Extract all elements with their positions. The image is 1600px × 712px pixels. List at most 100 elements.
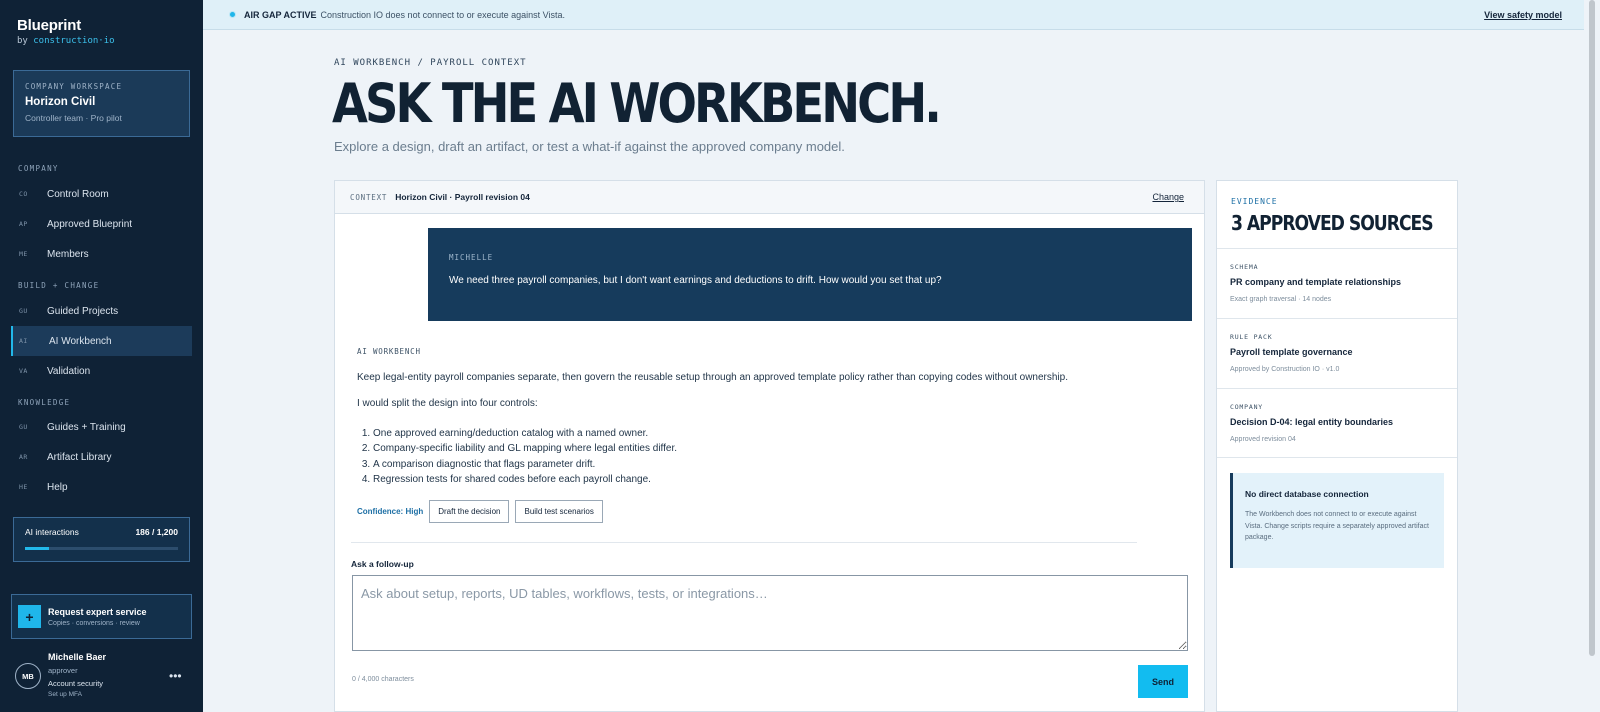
list-item: A comparison diagnostic that flags param… bbox=[373, 457, 677, 472]
sidebar-item-artifact-library[interactable]: AR Artifact Library bbox=[11, 442, 192, 472]
evidence-item[interactable]: COMPANY Decision D-04: legal entity boun… bbox=[1217, 388, 1457, 458]
evidence-meta: Exact graph traversal · 14 nodes bbox=[1230, 296, 1332, 303]
sidebar-item-ai-workbench[interactable]: AI AI Workbench bbox=[11, 326, 192, 356]
workspace-switcher[interactable]: COMPANY WORKSPACE Horizon Civil Controll… bbox=[13, 70, 190, 137]
sidebar-item-guided-projects[interactable]: GU Guided Projects bbox=[11, 296, 192, 326]
character-count: 0 / 4,000 characters bbox=[352, 676, 414, 683]
user-name: Michelle Baer bbox=[48, 652, 107, 662]
list-item: One approved earning/deduction catalog w… bbox=[373, 426, 677, 441]
user-role: approver bbox=[48, 666, 78, 675]
sidebar-item-abbr: AP bbox=[19, 220, 28, 228]
evidence-item[interactable]: RULE PACK Payroll template governance Ap… bbox=[1217, 318, 1457, 388]
breadcrumb: AI WORKBENCH / PAYROLL CONTEXT bbox=[334, 58, 527, 68]
scrollbar-thumb[interactable] bbox=[1589, 0, 1595, 656]
sidebar-item-label: Guided Projects bbox=[47, 305, 119, 317]
page-subtitle: Explore a design, draft an artifact, or … bbox=[334, 139, 845, 154]
usage-label: AI interactions bbox=[25, 527, 79, 537]
usage-progress-bar bbox=[25, 547, 178, 550]
air-gap-banner: AIR GAP ACTIVE Construction IO does not … bbox=[203, 0, 1584, 30]
change-context-link[interactable]: Change bbox=[1152, 192, 1184, 202]
ai-response-paragraph: I would split the design into four contr… bbox=[357, 398, 538, 409]
list-item: Company-specific liability and GL mappin… bbox=[373, 441, 677, 456]
expert-sub: Copies · conversions · review bbox=[48, 619, 140, 627]
context-bar: CONTEXT Horizon Civil · Payroll revision… bbox=[335, 181, 1204, 214]
brand-logo[interactable]: Blueprint by construction·io bbox=[17, 17, 115, 46]
evidence-label: EVIDENCE bbox=[1231, 197, 1278, 206]
usage-progress-fill bbox=[25, 547, 49, 550]
sidebar-item-abbr: GU bbox=[19, 423, 28, 431]
sidebar-item-label: Guides + Training bbox=[47, 421, 126, 433]
ai-response-actions: Confidence: High Draft the decision Buil… bbox=[357, 500, 603, 523]
more-options-icon[interactable]: ••• bbox=[169, 669, 182, 683]
user-profile: MB Michelle Baer approver Account securi… bbox=[15, 650, 195, 705]
send-button[interactable]: Send bbox=[1138, 665, 1188, 698]
sidebar-item-label: Approved Blueprint bbox=[47, 218, 133, 230]
ai-response-author: AI WORKBENCH bbox=[357, 347, 421, 356]
sidebar-item-label: AI Workbench bbox=[49, 335, 112, 347]
context-label: CONTEXT bbox=[350, 192, 388, 202]
sidebar-item-label: Help bbox=[47, 481, 68, 493]
sidebar-item-label: Members bbox=[47, 248, 89, 260]
workspace-sub: Controller team · Pro pilot bbox=[25, 113, 122, 123]
view-safety-model-link[interactable]: View safety model bbox=[1484, 10, 1562, 20]
brand-name: Blueprint bbox=[17, 17, 82, 34]
brand-sub: by construction·io bbox=[17, 36, 115, 46]
evidence-name: PR company and template relationships bbox=[1230, 277, 1402, 287]
workspace-name: Horizon Civil bbox=[25, 96, 96, 108]
evidence-type: RULE PACK bbox=[1230, 333, 1273, 341]
usage-count: 186 / 1,200 bbox=[135, 527, 178, 537]
expert-title: Request expert service bbox=[48, 606, 147, 617]
sidebar-item-abbr: ME bbox=[19, 250, 28, 258]
note-body: The Workbench does not connect to or exe… bbox=[1245, 511, 1429, 541]
avatar[interactable]: MB bbox=[15, 663, 41, 689]
plus-icon: + bbox=[18, 605, 41, 628]
sidebar-item-abbr: HE bbox=[19, 483, 28, 491]
ai-response-paragraph: Keep legal-entity payroll companies sepa… bbox=[357, 372, 1068, 383]
sidebar-item-members[interactable]: ME Members bbox=[11, 239, 192, 269]
no-db-connection-note: No direct database connection The Workbe… bbox=[1230, 473, 1444, 568]
ai-response-list: One approved earning/deduction catalog w… bbox=[373, 426, 677, 487]
sidebar-item-control-room[interactable]: CO Control Room bbox=[11, 179, 192, 209]
list-item: Regression tests for shared codes before… bbox=[373, 472, 677, 487]
conversation-panel: CONTEXT Horizon Civil · Payroll revision… bbox=[334, 180, 1205, 712]
evidence-meta: Approved revision 04 bbox=[1230, 436, 1296, 443]
evidence-item[interactable]: SCHEMA PR company and template relations… bbox=[1217, 248, 1457, 318]
followup-input[interactable] bbox=[352, 575, 1188, 651]
build-test-scenarios-button[interactable]: Build test scenarios bbox=[515, 500, 603, 523]
evidence-name: Decision D-04: legal entity boundaries bbox=[1230, 417, 1394, 427]
evidence-panel: EVIDENCE 3 APPROVED SOURCES SCHEMA PR co… bbox=[1216, 180, 1458, 712]
sidebar-item-guides-training[interactable]: GU Guides + Training bbox=[11, 412, 192, 442]
request-expert-button[interactable]: + Request expert service Copies · conver… bbox=[11, 594, 192, 639]
evidence-meta: Approved by Construction IO · v1.0 bbox=[1230, 366, 1340, 373]
banner-status: AIR GAP ACTIVE bbox=[244, 9, 317, 20]
sidebar-item-help[interactable]: HE Help bbox=[11, 472, 192, 502]
nav-section-build-change: BUILD + CHANGE bbox=[18, 281, 100, 290]
confidence-badge: Confidence: High bbox=[357, 507, 424, 516]
sidebar-item-validation[interactable]: VA Validation bbox=[11, 356, 192, 386]
draft-decision-button[interactable]: Draft the decision bbox=[429, 500, 510, 523]
sidebar-item-abbr: AR bbox=[19, 453, 28, 461]
followup-label: Ask a follow-up bbox=[351, 559, 414, 569]
divider bbox=[351, 542, 1137, 543]
evidence-title: 3 APPROVED SOURCES bbox=[1231, 211, 1434, 235]
sidebar-item-label: Control Room bbox=[47, 188, 109, 200]
setup-mfa-link[interactable]: Set up MFA bbox=[48, 691, 82, 698]
page-scrollbar[interactable] bbox=[1584, 0, 1600, 712]
nav-section-knowledge: KNOWLEDGE bbox=[18, 398, 71, 407]
evidence-type: SCHEMA bbox=[1230, 263, 1259, 271]
sidebar-item-abbr: AI bbox=[19, 337, 28, 345]
evidence-type: COMPANY bbox=[1230, 403, 1263, 411]
message-text: We need three payroll companies, but I d… bbox=[449, 275, 942, 286]
user-message: MICHELLE We need three payroll companies… bbox=[428, 228, 1192, 321]
page-title: ASK THE AI WORKBENCH. bbox=[332, 72, 942, 135]
message-author: MICHELLE bbox=[449, 253, 494, 262]
sidebar-item-abbr: CO bbox=[19, 190, 28, 198]
note-title: No direct database connection bbox=[1245, 489, 1369, 499]
banner-text: Construction IO does not connect to or e… bbox=[320, 9, 565, 20]
sidebar: Blueprint by construction·io COMPANY WOR… bbox=[0, 0, 203, 712]
status-dot-icon bbox=[229, 11, 236, 18]
ai-usage-meter: AI interactions 186 / 1,200 bbox=[13, 517, 190, 562]
context-value: Horizon Civil · Payroll revision 04 bbox=[395, 192, 530, 202]
sidebar-item-approved-blueprint[interactable]: AP Approved Blueprint bbox=[11, 209, 192, 239]
account-security-link[interactable]: Account security bbox=[48, 679, 103, 688]
